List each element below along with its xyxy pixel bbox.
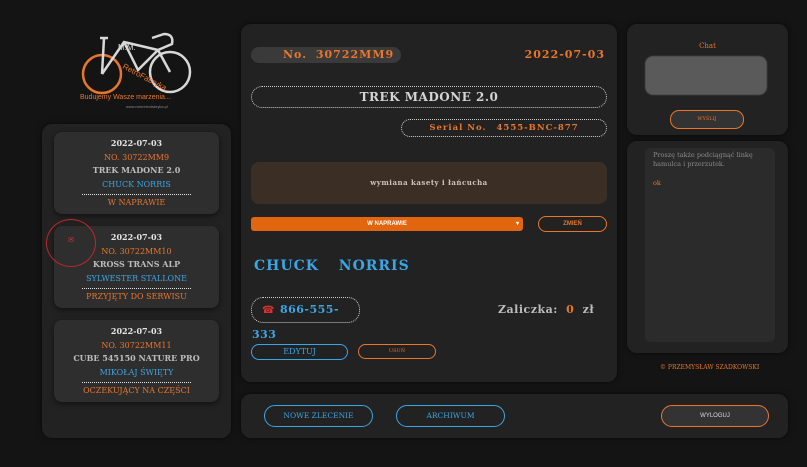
logo: M.M. RetroFabryka Budujemy Wasze marzeni… [78,28,198,112]
phone-pill[interactable]: ☎ 866-555-333 [251,297,360,341]
serial-label: Serial No. [429,123,487,133]
bike-model: TREK MADONE 2.0 [251,86,607,108]
delete-button[interactable]: USUŃ [358,344,436,359]
order-card-status: W NAPRAWIE [107,198,166,207]
edit-button[interactable]: EDYTUJ [251,344,348,360]
divider [82,382,191,383]
deposit-label: Zaliczka: [498,303,558,316]
order-number: 30722MM9 [315,48,395,61]
logo-brand-name: RetroFabryka [121,62,169,93]
order-card-date: 2022-07-03 [110,138,163,148]
cursor-highlight: ✉ [46,219,96,267]
order-card-number: NO. 30722MM11 [101,340,172,350]
chat-title: Chat [699,42,716,50]
client-last-name: NORRIS [338,258,410,274]
chat-messages-panel: Proszę także podciągnąć linkę hamulca i … [627,141,788,353]
order-number-label: No. [283,48,308,61]
divider [82,288,191,289]
logout-button[interactable]: WYLOGUJ [661,405,769,427]
client-name: CHUCK NORRIS [254,258,410,274]
order-card-status: PRZYJĘTY DO SERWISU [86,292,187,301]
chat-panel: Chat WYŚLIJ [627,24,788,135]
chevron-down-icon: ▾ [515,221,519,227]
send-button[interactable]: WYŚLIJ [670,110,744,129]
change-status-button[interactable]: ZMIEŃ [538,216,607,232]
logo-brand-top: M.M. [118,43,136,52]
order-card-client: MIKOŁAJ ŚWIĘTY [99,367,174,377]
order-card-date: 2022-07-03 [110,326,163,336]
phone-icon: ☎ [262,305,275,316]
order-card-model: TREK MADONE 2.0 [92,165,181,175]
divider [82,194,191,195]
order-card-status: OCZEKUJĄCY NA CZĘŚCI [83,386,190,395]
order-card-client: SYLWESTER STALLONE [86,273,187,283]
serial-value: 4555-BNC-877 [496,123,579,133]
order-date: 2022-07-03 [524,48,605,61]
chat-message: ok [653,179,661,187]
mail-icon: ✉ [68,236,74,244]
chat-message: Proszę także podciągnąć linkę hamulca i … [653,151,753,168]
client-first-name: CHUCK [254,258,319,274]
order-number-pill: No. 30722MM9 [251,47,401,63]
deposit: Zaliczka: 0 zł [498,303,594,316]
logo-url: www.mmretrofabryka.pl [126,104,168,109]
serial-number: Serial No. 4555-BNC-877 [401,119,607,137]
copyright: © PRZEMYSŁAW SZADKOWSKI [660,364,760,371]
chat-messages: Proszę także podciągnąć linkę hamulca i … [645,148,775,342]
order-list-panel: 2022-07-03 NO. 30722MM9 TREK MADONE 2.0 … [42,124,231,438]
archive-button[interactable]: ARCHIWUM [396,405,505,427]
repair-description: wymiana kasety i łańcucha [251,162,607,204]
status-select-value: W NAPRAWIE [367,221,407,227]
chat-input[interactable] [645,56,767,95]
order-card-model: CUBE 545150 NATURE PRO [73,353,200,363]
deposit-value: 0 [566,303,575,316]
bottom-toolbar: NOWE ZLECENIE ARCHIWUM WYLOGUJ [241,394,788,438]
logo-tagline: Budujemy Wasze marzenia... [80,94,171,101]
order-card-client: CHUCK NORRIS [102,179,171,189]
order-detail-panel: No. 30722MM9 2022-07-03 TREK MADONE 2.0 … [241,24,617,382]
bicycle-logo-icon: M.M. RetroFabryka [81,32,192,95]
order-card[interactable]: 2022-07-03 NO. 30722MM11 CUBE 545150 NAT… [54,320,219,402]
order-card[interactable]: 2022-07-03 NO. 30722MM9 TREK MADONE 2.0 … [54,132,219,214]
order-card-number: NO. 30722MM9 [103,152,170,162]
deposit-currency: zł [582,303,595,316]
status-select[interactable]: W NAPRAWIE ▾ [251,217,523,231]
new-order-button[interactable]: NOWE ZLECENIE [264,405,373,427]
